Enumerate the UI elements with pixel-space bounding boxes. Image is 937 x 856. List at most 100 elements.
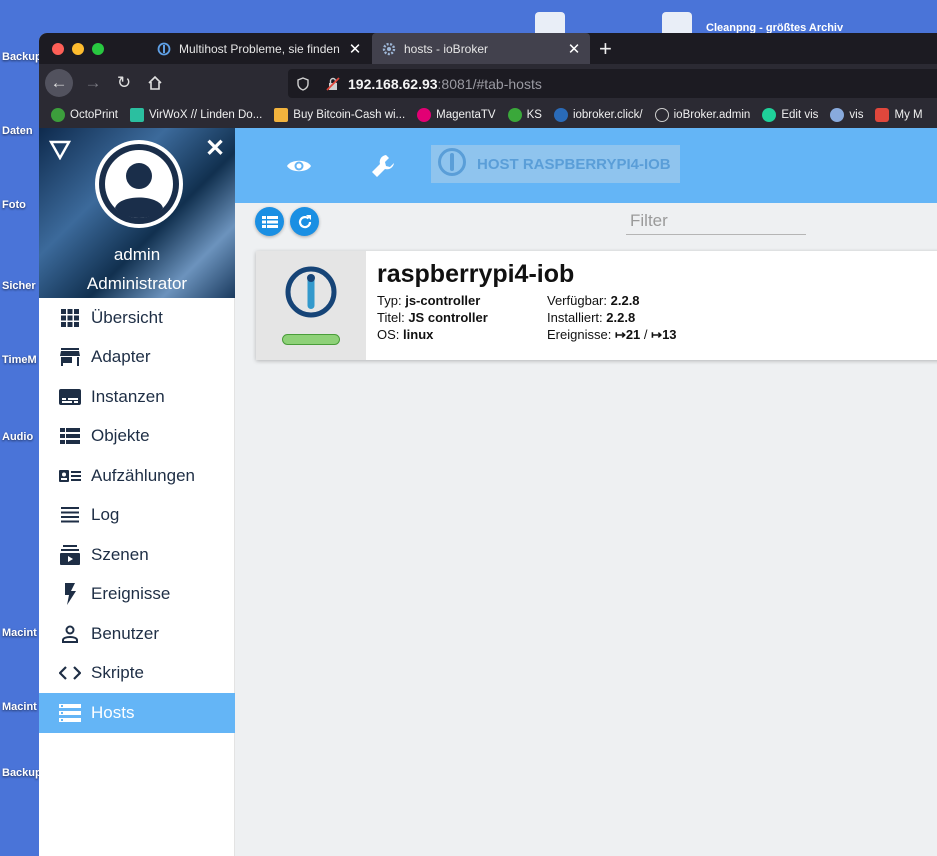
host-titel: JS controller	[408, 310, 488, 325]
filter-input[interactable]	[626, 208, 806, 234]
close-sidebar-icon[interactable]: ✕	[205, 134, 225, 163]
bookmark-label: iobroker.click/	[572, 109, 643, 121]
sidebar-item-skripte[interactable]: Skripte	[39, 654, 235, 694]
desktop-label[interactable]: Foto	[2, 199, 26, 211]
events-in-count: ↦21	[614, 327, 641, 342]
label: Verfügbar:	[547, 293, 607, 308]
url-bar[interactable]: 192.168.62.93:8081/#tab-hosts	[288, 69, 937, 98]
sidebar-item-uebersicht[interactable]: Übersicht	[39, 298, 235, 338]
vis-icon	[830, 108, 845, 122]
sidebar-item-adapter[interactable]: Adapter	[39, 338, 235, 378]
wrench-icon[interactable]	[367, 150, 399, 182]
refresh-button[interactable]	[290, 207, 319, 236]
host-card[interactable]: raspberrypi4-iob Typ: js-controller Tite…	[256, 251, 937, 360]
new-tab-icon[interactable]: +	[599, 36, 612, 62]
host-installiert: 2.2.8	[606, 310, 636, 325]
storage-icon	[59, 702, 81, 724]
bookmark[interactable]: KS	[507, 108, 542, 122]
sidebar-item-label: Benutzer	[91, 623, 160, 643]
host-info-left: Typ: js-controller Titel: JS controller …	[377, 292, 488, 343]
grid-icon	[59, 307, 81, 329]
sidebar-item-objekte[interactable]: Objekte	[39, 417, 235, 457]
sidebar-item-instanzen[interactable]: Instanzen	[39, 377, 235, 417]
label: Installiert:	[547, 310, 603, 325]
close-tab-icon[interactable]: ✕	[564, 40, 584, 58]
label: Ereignisse:	[547, 327, 612, 342]
globe-green-icon	[507, 108, 522, 122]
host-installiert-row: Installiert: 2.2.8	[547, 309, 677, 326]
minimize-window-button[interactable]	[72, 43, 84, 55]
sidebar-item-label: Log	[91, 505, 120, 525]
bookmark[interactable]: Edit vis	[762, 108, 818, 122]
sidebar-item-label: Ereignisse	[91, 584, 171, 604]
desktop-label[interactable]: Audio	[2, 431, 33, 443]
host-typ-row: Typ: js-controller	[377, 292, 488, 309]
magentatv-icon	[417, 108, 432, 122]
host-verfuegbar: 2.2.8	[610, 293, 640, 308]
host-typ: js-controller	[405, 293, 481, 308]
label: OS:	[377, 327, 400, 342]
back-icon[interactable]: ←	[45, 69, 73, 97]
eye-icon[interactable]	[283, 150, 315, 182]
sidebar-item-aufzaehlungen[interactable]: Aufzählungen	[39, 456, 235, 496]
octoprint-icon	[51, 108, 65, 122]
home-icon[interactable]	[141, 69, 169, 97]
forward-icon[interactable]: →	[79, 69, 107, 97]
code-icon	[59, 662, 81, 684]
desktop-label[interactable]: Backup	[2, 767, 42, 779]
close-tab-icon[interactable]: ✕	[345, 40, 365, 58]
tab-host[interactable]: HOST RASPBERRYPI4-IOB	[431, 145, 680, 183]
desktop-label[interactable]: Daten	[2, 125, 33, 137]
sidebar-item-ereignisse[interactable]: Ereignisse	[39, 575, 235, 615]
desktop-label[interactable]: Sicher	[2, 280, 36, 292]
sidebar-item-log[interactable]: Log	[39, 496, 235, 536]
iobroker-app: ✕ admin Administrator Übersicht Adapter …	[39, 128, 937, 856]
url-path: :8081/#tab-hosts	[437, 75, 542, 92]
desktop-label[interactable]: TimeM	[2, 354, 37, 366]
top-toolbar: HOST RASPBERRYPI4-IOB	[235, 128, 937, 203]
host-verfuegbar-row: Verfügbar: 2.2.8	[547, 292, 677, 309]
reload-icon[interactable]: ↻	[110, 69, 138, 97]
host-tab-label: HOST RASPBERRYPI4-IOB	[477, 155, 671, 173]
bookmark-label: OctoPrint	[70, 109, 118, 121]
browser-tab[interactable]: Multihost Probleme, sie finden ✕	[147, 33, 371, 64]
bookmark[interactable]: ioBroker.admin	[654, 108, 750, 122]
browser-tab-active[interactable]: hosts - ioBroker ✕	[372, 33, 590, 64]
list-view-button[interactable]	[255, 207, 284, 236]
tab-bar: Multihost Probleme, sie finden ✕ hosts -…	[39, 33, 937, 64]
browser-window: Multihost Probleme, sie finden ✕ hosts -…	[39, 33, 937, 856]
events-out-count: ↦13	[651, 327, 677, 342]
navigation-bar: ← → ↻ 192.168.62.93:8081/#tab-hosts	[39, 64, 937, 102]
bookmark[interactable]: vis	[830, 108, 863, 122]
bookmark[interactable]: MagentaTV	[417, 108, 496, 122]
insecure-lock-icon[interactable]	[318, 76, 348, 91]
flash-icon	[59, 583, 81, 606]
sidebar-item-szenen[interactable]: Szenen	[39, 535, 235, 575]
iobroker-logo-icon[interactable]	[48, 140, 72, 165]
list-view-icon	[59, 425, 81, 447]
avatar[interactable]	[95, 140, 183, 228]
bookmark-label: Edit vis	[781, 109, 819, 121]
bookmark[interactable]: OctoPrint	[51, 108, 118, 122]
virwox-icon	[129, 108, 144, 122]
bookmark[interactable]: iobroker.click/	[553, 108, 643, 122]
tab-title: hosts - ioBroker	[404, 41, 489, 56]
sidebar-item-hosts[interactable]: Hosts	[39, 693, 235, 733]
desktop-label[interactable]: Macint	[2, 627, 37, 639]
zoom-window-button[interactable]	[92, 43, 104, 55]
host-ereignisse-row: Ereignisse: ↦21 / ↦13	[547, 326, 677, 343]
bookmark[interactable]: VirWoX // Linden Do...	[129, 108, 262, 122]
bookmark[interactable]: My M	[875, 108, 923, 122]
bookmarks-bar: OctoPrint VirWoX // Linden Do... Buy Bit…	[39, 102, 937, 128]
desktop-label[interactable]: Macint	[2, 701, 37, 713]
sidebar-item-benutzer[interactable]: Benutzer	[39, 614, 235, 654]
sidebar-menu: Übersicht Adapter Instanzen Objekte Aufz…	[39, 298, 235, 733]
close-window-button[interactable]	[52, 43, 64, 55]
bookmark[interactable]: Buy Bitcoin-Cash wi...	[274, 108, 405, 122]
shield-icon[interactable]	[288, 76, 318, 91]
user-role: Administrator	[86, 274, 188, 293]
subtitles-icon	[59, 386, 81, 408]
sidebar: ✕ admin Administrator Übersicht Adapter …	[39, 128, 235, 856]
iobroker-host-icon	[437, 147, 467, 181]
desktop-label[interactable]: Backup	[2, 51, 42, 63]
